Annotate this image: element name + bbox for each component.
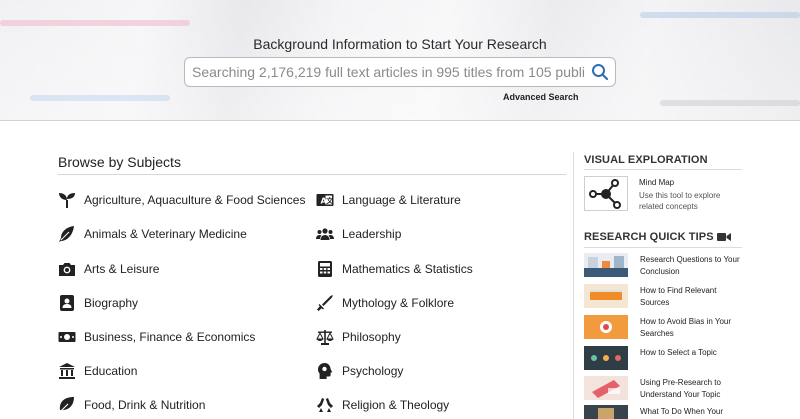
subject-food[interactable]: Food, Drink & Nutrition xyxy=(58,395,205,415)
camera-icon xyxy=(58,260,76,278)
research-tips-heading: RESEARCH QUICK TIPS xyxy=(584,231,714,243)
tip-thumbnail xyxy=(584,405,628,419)
subject-label: Mathematics & Statistics xyxy=(342,262,473,276)
subject-label: Animals & Veterinary Medicine xyxy=(84,227,247,241)
tip-thumbnail xyxy=(584,315,628,339)
subject-mythology[interactable]: Mythology & Folklore xyxy=(316,293,454,313)
subject-biography[interactable]: Biography xyxy=(58,293,138,313)
tip-label: How to Avoid Bias in Your Searches xyxy=(640,317,732,338)
subject-leadership[interactable]: Leadership xyxy=(316,224,401,244)
subject-label: Mythology & Folklore xyxy=(342,296,455,310)
tip-label: Using Pre-Research to Understand Your To… xyxy=(640,378,721,399)
leaf-icon xyxy=(58,396,76,414)
mind-map-icon xyxy=(589,178,621,209)
group-icon xyxy=(316,225,334,243)
subject-label: Biography xyxy=(84,296,139,310)
tip-thumbnail xyxy=(584,376,628,400)
divider xyxy=(584,169,742,170)
subject-label: Psychology xyxy=(342,364,404,378)
hero-decoration xyxy=(30,95,170,101)
visual-exploration-heading: VISUAL EXPLORATION xyxy=(584,154,708,166)
subject-label: Philosophy xyxy=(342,330,401,344)
advanced-search-link[interactable]: Advanced Search xyxy=(503,92,579,102)
column-divider xyxy=(573,152,574,419)
research-tips-heading-row: RESEARCH QUICK TIPS xyxy=(584,231,731,243)
person-book-icon xyxy=(58,294,76,312)
search-icon xyxy=(592,64,609,81)
mind-map-title[interactable]: Mind Map xyxy=(639,178,674,187)
tip-item[interactable]: How to Find Relevant Sources xyxy=(584,284,744,311)
svg-text:文: 文 xyxy=(326,196,334,205)
money-icon xyxy=(58,328,76,346)
subject-religion[interactable]: Religion & Theology xyxy=(316,395,449,415)
page-title: Background Information to Start Your Res… xyxy=(253,36,547,52)
subject-mathematics[interactable]: Mathematics & Statistics xyxy=(316,259,473,279)
hero-banner: Background Information to Start Your Res… xyxy=(0,0,800,121)
divider xyxy=(58,174,566,175)
tip-thumbnail xyxy=(584,253,628,277)
head-icon xyxy=(316,362,334,380)
institution-icon xyxy=(58,362,76,380)
subject-label: Agriculture, Aquaculture & Food Sciences xyxy=(84,193,306,207)
browse-heading: Browse by Subjects xyxy=(58,154,181,170)
tip-label: How to Select a Topic xyxy=(640,348,717,357)
subject-label: Business, Finance & Economics xyxy=(84,330,256,344)
language-icon: A文 xyxy=(316,191,334,209)
scales-icon xyxy=(316,328,334,346)
subject-philosophy[interactable]: Philosophy xyxy=(316,327,401,347)
tip-item[interactable]: How to Avoid Bias in Your Searches xyxy=(584,315,744,342)
feather-icon xyxy=(58,225,76,243)
subject-label: Language & Literature xyxy=(342,193,461,207)
search-button[interactable] xyxy=(585,58,615,86)
subject-agriculture[interactable]: Agriculture, Aquaculture & Food Sciences xyxy=(58,190,305,210)
calculator-icon xyxy=(316,260,334,278)
sword-icon xyxy=(316,294,334,312)
tip-thumbnail xyxy=(584,284,628,308)
tip-item[interactable]: Research Questions to Your Conclusion xyxy=(584,253,744,280)
hero-decoration xyxy=(640,12,800,18)
tip-label: How to Find Relevant Sources xyxy=(640,286,717,307)
tip-item[interactable]: What To Do When Your xyxy=(584,405,744,419)
subject-label: Education xyxy=(84,364,138,378)
subject-education[interactable]: Education xyxy=(58,361,137,381)
tip-item[interactable]: Using Pre-Research to Understand Your To… xyxy=(584,376,744,403)
tip-label: Research Questions to Your Conclusion xyxy=(640,255,740,276)
hero-decoration xyxy=(0,20,190,26)
subject-label: Religion & Theology xyxy=(342,398,450,412)
mind-map-description: Use this tool to explore related concept… xyxy=(639,191,721,211)
subject-label: Leadership xyxy=(342,227,402,241)
subject-business[interactable]: Business, Finance & Economics xyxy=(58,327,255,347)
divider xyxy=(584,247,742,248)
search-box xyxy=(184,57,616,87)
mind-map-thumbnail[interactable] xyxy=(584,176,628,211)
hero-decoration xyxy=(660,100,800,106)
tip-label: What To Do When Your xyxy=(640,407,724,416)
subject-animals[interactable]: Animals & Veterinary Medicine xyxy=(58,224,247,244)
video-camera-icon xyxy=(716,233,731,241)
praying-hands-icon xyxy=(316,396,334,414)
subject-label: Food, Drink & Nutrition xyxy=(84,398,206,412)
tip-thumbnail xyxy=(584,346,628,370)
subject-psychology[interactable]: Psychology xyxy=(316,361,403,381)
sprout-icon xyxy=(58,191,76,209)
subject-arts[interactable]: Arts & Leisure xyxy=(58,259,159,279)
search-input[interactable] xyxy=(185,58,585,86)
subject-label: Arts & Leisure xyxy=(84,262,160,276)
subject-language[interactable]: A文 Language & Literature xyxy=(316,190,461,210)
tip-item[interactable]: How to Select a Topic xyxy=(584,346,744,373)
